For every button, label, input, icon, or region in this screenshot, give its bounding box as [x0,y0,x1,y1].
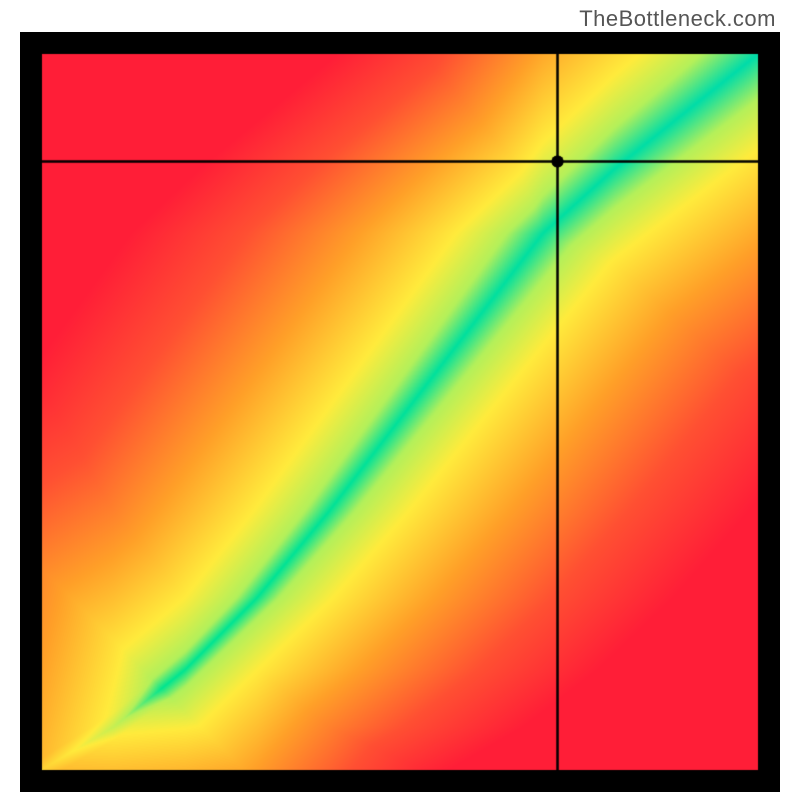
watermark-text: TheBottleneck.com [579,6,776,32]
chart-container: TheBottleneck.com [0,0,800,800]
bottleneck-heatmap [20,32,780,792]
